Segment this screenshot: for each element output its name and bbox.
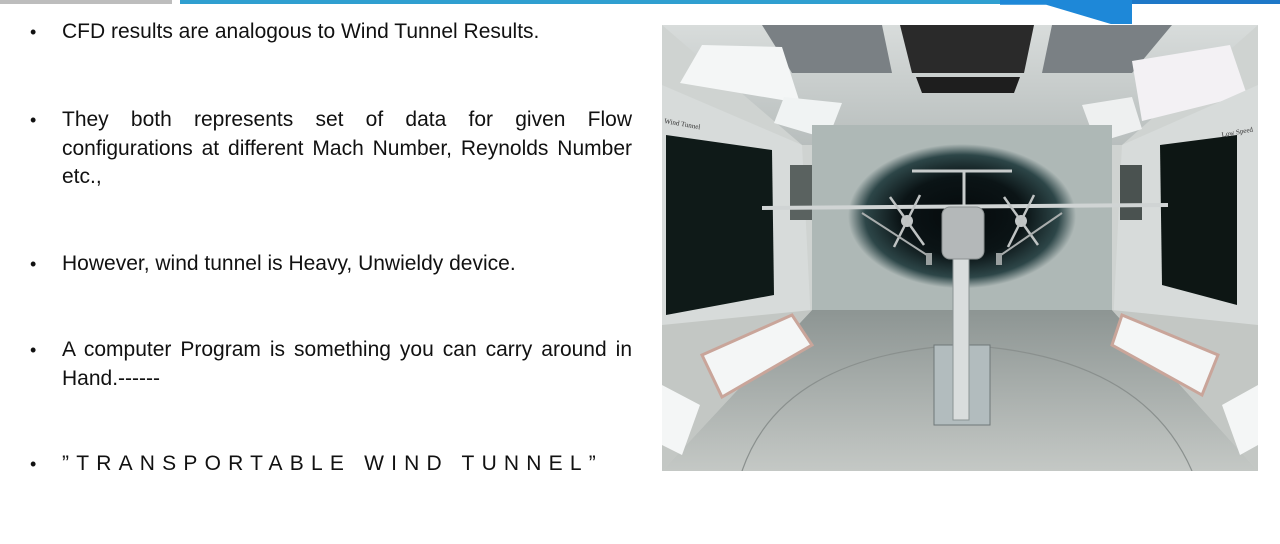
bullet-item: • ”TRANSPORTABLE WIND TUNNEL”: [30, 450, 632, 479]
bullet-item: • CFD results are analogous to Wind Tunn…: [30, 18, 632, 47]
bullet-dot-icon: •: [30, 254, 37, 274]
header-gray-bar: [0, 0, 172, 4]
bullet-text: CFD results are analogous to Wind Tunnel…: [62, 20, 540, 43]
bullet-dot-icon: •: [30, 454, 37, 474]
header-blue-tab: [1000, 0, 1132, 24]
header-blue-bar-right: [1132, 0, 1280, 4]
bullet-text: A computer Program is something you can …: [62, 338, 632, 390]
wind-tunnel-photo: Wind Tunnel Low Speed: [662, 25, 1258, 471]
bullet-text: ”TRANSPORTABLE WIND TUNNEL”: [62, 452, 603, 475]
bullet-dot-icon: •: [30, 22, 37, 42]
bullet-dot-icon: •: [30, 110, 37, 130]
model-sting: [952, 254, 970, 421]
bullet-item: • They both represents set of data for g…: [30, 106, 632, 192]
bullet-item: • A computer Program is something you ca…: [30, 336, 632, 393]
bullet-text: However, wind tunnel is Heavy, Unwieldy …: [62, 252, 516, 275]
bullet-item: • However, wind tunnel is Heavy, Unwield…: [30, 250, 632, 279]
bullet-dot-icon: •: [30, 340, 37, 360]
bullet-text: They both represents set of data for giv…: [62, 108, 632, 188]
